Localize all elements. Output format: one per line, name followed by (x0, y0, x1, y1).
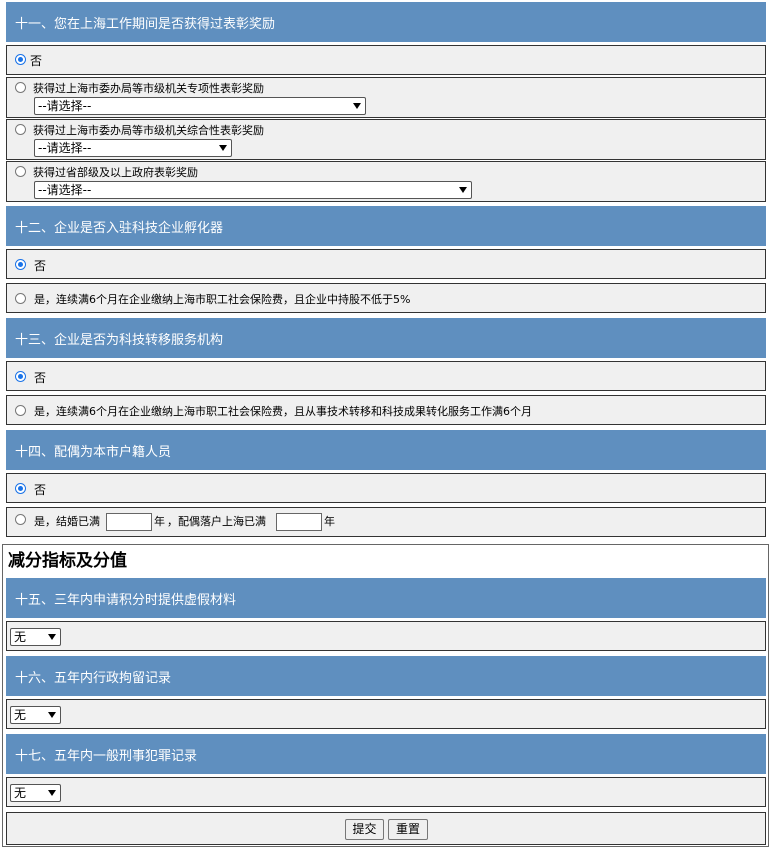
q12-header: 十二、企业是否入驻科技企业孵化器 (6, 206, 766, 246)
q11-label-b: 获得过上海市委办局等市级机关综合性表彰奖励 (33, 124, 264, 137)
q13-label-yes: 是，连续满6个月在企业缴纳上海市职工社会保险费，且从事技术转移和科技成果转化服务… (34, 405, 532, 418)
chevron-down-icon (219, 145, 227, 151)
q11-select-c-value: --请选择-- (38, 183, 92, 197)
q11-radio-a[interactable] (15, 82, 26, 93)
q13-row-yes: 是，连续满6个月在企业缴纳上海市职工社会保险费，且从事技术转移和科技成果转化服务… (6, 395, 766, 425)
q13-title: 十三、企业是否为科技转移服务机构 (15, 332, 224, 348)
spouse-hukou-years-input[interactable] (276, 513, 322, 531)
q15-select-value: 无 (14, 630, 27, 644)
chevron-down-icon (48, 790, 56, 796)
q11-select-c[interactable]: --请选择-- (34, 181, 472, 199)
q14-label-mid: ，配偶落户上海已满 (167, 515, 266, 528)
q13-radio-no[interactable] (15, 371, 26, 382)
q11-header: 十一、您在上海工作期间是否获得过表彰奖励 (6, 2, 766, 42)
form-actions: 提交 重置 (6, 812, 766, 845)
q11-radio-c[interactable] (15, 166, 26, 177)
q15-header: 十五、三年内申请积分时提供虚假材料 (6, 578, 766, 618)
q15-row: 无 (6, 621, 766, 651)
chevron-down-icon (48, 712, 56, 718)
q16-select[interactable]: 无 (10, 706, 61, 724)
q14-row-no: 否 (6, 473, 766, 503)
q14-label-no: 否 (34, 483, 47, 497)
q11-row-b: 获得过上海市委办局等市级机关综合性表彰奖励 --请选择-- (6, 119, 766, 160)
q12-radio-yes[interactable] (15, 293, 26, 304)
q12-radio-no[interactable] (15, 259, 26, 270)
q16-select-value: 无 (14, 708, 27, 722)
q12-label-yes: 是，连续满6个月在企业缴纳上海市职工社会保险费，且企业中持股不低于5% (34, 293, 411, 306)
q11-radio-b[interactable] (15, 124, 26, 135)
q12-row-yes: 是，连续满6个月在企业缴纳上海市职工社会保险费，且企业中持股不低于5% (6, 283, 766, 313)
q11-row-no: 否 (6, 45, 766, 75)
q17-select-value: 无 (14, 786, 27, 800)
q11-row-a: 获得过上海市委办局等市级机关专项性表彰奖励 --请选择-- (6, 77, 766, 118)
q13-row-no: 否 (6, 361, 766, 391)
q13-header: 十三、企业是否为科技转移服务机构 (6, 318, 766, 358)
q17-row: 无 (6, 777, 766, 807)
q13-radio-yes[interactable] (15, 405, 26, 416)
q12-label-no: 否 (34, 259, 47, 273)
q14-year-unit-2: 年 (324, 515, 335, 528)
q14-label-yes-prefix: 是，结婚已满 (34, 515, 100, 528)
marriage-years-input[interactable] (106, 513, 152, 531)
q17-title: 十七、五年内一般刑事犯罪记录 (15, 748, 198, 764)
q17-header: 十七、五年内一般刑事犯罪记录 (6, 734, 766, 774)
chevron-down-icon (353, 103, 361, 109)
q11-label-a: 获得过上海市委办局等市级机关专项性表彰奖励 (33, 82, 264, 95)
q13-label-no: 否 (34, 371, 47, 385)
q15-title: 十五、三年内申请积分时提供虚假材料 (15, 592, 237, 608)
q11-row-c: 获得过省部级及以上政府表彰奖励 --请选择-- (6, 161, 766, 202)
q17-select[interactable]: 无 (10, 784, 61, 802)
q11-radio-no[interactable] (15, 54, 26, 65)
reset-button[interactable]: 重置 (388, 819, 428, 840)
q14-row-yes: 是，结婚已满 年 ，配偶落户上海已满 年 (6, 507, 766, 537)
q14-year-unit-1: 年 (154, 515, 165, 528)
q11-select-a[interactable]: --请选择-- (34, 97, 366, 115)
q11-title: 十一、您在上海工作期间是否获得过表彰奖励 (15, 16, 276, 32)
q16-row: 无 (6, 699, 766, 729)
q14-radio-yes[interactable] (15, 514, 26, 525)
chevron-down-icon (48, 634, 56, 640)
q16-header: 十六、五年内行政拘留记录 (6, 656, 766, 696)
submit-button[interactable]: 提交 (345, 819, 384, 840)
q11-select-b[interactable]: --请选择-- (34, 139, 232, 157)
chevron-down-icon (459, 187, 467, 193)
q11-select-a-value: --请选择-- (38, 99, 92, 113)
q11-select-b-value: --请选择-- (38, 141, 92, 155)
deduction-section-title: 减分指标及分值 (8, 551, 127, 571)
q14-title: 十四、配偶为本市户籍人员 (15, 444, 172, 460)
q11-label-c: 获得过省部级及以上政府表彰奖励 (33, 166, 198, 179)
q12-title: 十二、企业是否入驻科技企业孵化器 (15, 220, 224, 236)
q11-label-no: 否 (30, 54, 43, 68)
q14-radio-no[interactable] (15, 483, 26, 494)
q12-row-no: 否 (6, 249, 766, 279)
q16-title: 十六、五年内行政拘留记录 (15, 670, 172, 686)
q15-select[interactable]: 无 (10, 628, 61, 646)
q14-header: 十四、配偶为本市户籍人员 (6, 430, 766, 470)
